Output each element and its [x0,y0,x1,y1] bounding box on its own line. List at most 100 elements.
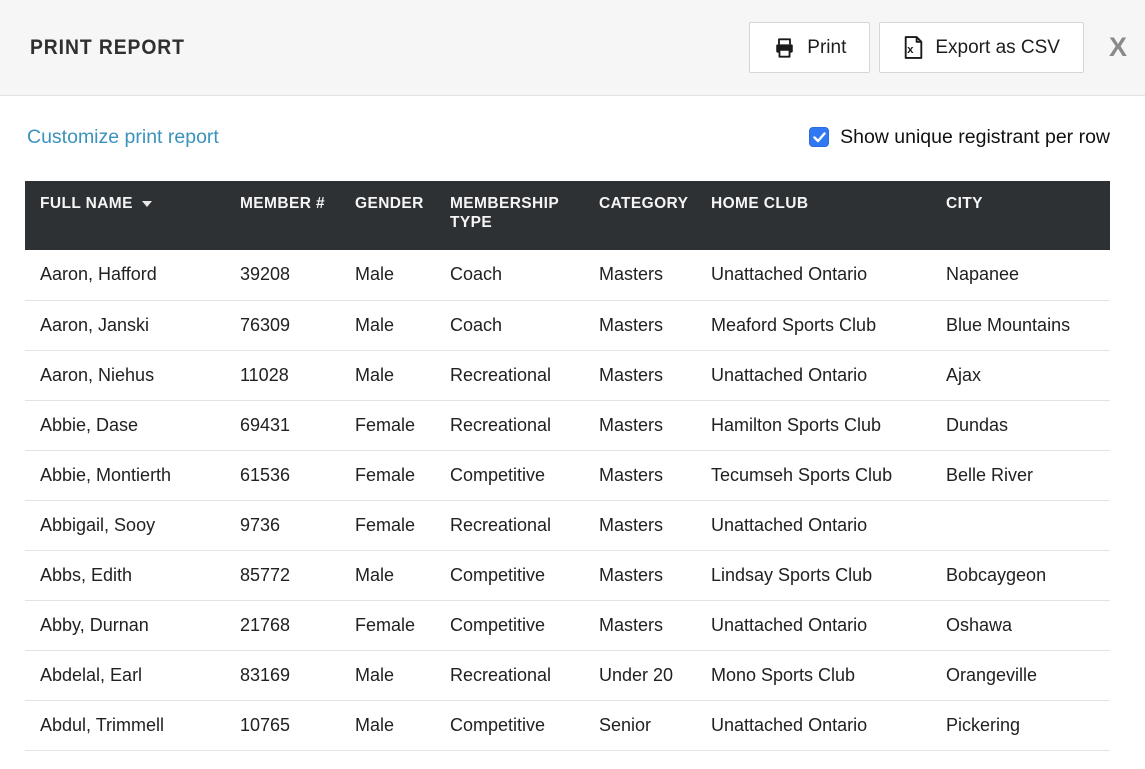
cell-home-club: Unattached Ontario [711,600,946,650]
cell-city: Dundas [946,400,1110,450]
column-header-membership-type[interactable]: MEMBERSHIP TYPE [450,181,599,250]
cell-gender: Male [355,550,450,600]
cell-full-name: Aaron, Niehus [25,350,240,400]
cell-gender: Male [355,350,450,400]
cell-gender: Female [355,500,450,550]
cell-home-club: Unattached Ontario [711,250,946,300]
cell-gender: Male [355,700,450,750]
cell-gender: Male [355,650,450,700]
cell-membership-type: Competitive [450,550,599,600]
cell-home-club: Unattached Ontario [711,700,946,750]
checkmark-icon [813,132,826,143]
customize-print-report-link[interactable]: Customize print report [27,126,219,149]
table-row: Aaron, Hafford 39208 Male Coach Masters … [25,250,1110,300]
export-csv-button-label: Export as CSV [935,37,1060,59]
cell-category: Under 20 [599,650,711,700]
csv-file-icon: x [903,35,924,60]
table-row: Abdelal, Earl 83169 Male Recreational Un… [25,650,1110,700]
print-button-label: Print [807,37,846,59]
cell-membership-type: Recreational [450,400,599,450]
cell-member-number: 10765 [240,700,355,750]
cell-home-club: Hamilton Sports Club [711,400,946,450]
cell-gender: Female [355,400,450,450]
cell-full-name: Abbigail, Sooy [25,500,240,550]
cell-city: Bobcaygeon [946,550,1110,600]
cell-membership-type: Recreational [450,650,599,700]
table-header-row: FULL NAME MEMBER # GENDER MEMBERSHIP TYP… [25,181,1110,250]
cell-home-club: Unattached Ontario [711,500,946,550]
cell-city [946,500,1110,550]
cell-category: Masters [599,300,711,350]
cell-full-name: Aaron, Hafford [25,250,240,300]
unique-registrant-checkbox-label: Show unique registrant per row [840,126,1110,149]
cell-member-number: 61536 [240,450,355,500]
cell-gender: Male [355,300,450,350]
table-row: Abby, Durnan 21768 Female Competitive Ma… [25,600,1110,650]
svg-text:x: x [908,44,915,56]
cell-home-club: Lindsay Sports Club [711,550,946,600]
cell-member-number: 85772 [240,550,355,600]
cell-home-club: Meaford Sports Club [711,300,946,350]
cell-full-name: Abdelal, Earl [25,650,240,700]
unique-registrant-checkbox-group[interactable]: Show unique registrant per row [809,126,1110,149]
cell-city: Napanee [946,250,1110,300]
cell-member-number: 21768 [240,600,355,650]
column-header-full-name[interactable]: FULL NAME [25,181,240,250]
column-header-city[interactable]: CITY [946,181,1110,250]
cell-membership-type: Competitive [450,700,599,750]
table-row: Abdul, Trimmell 10765 Male Competitive S… [25,700,1110,750]
column-header-gender[interactable]: GENDER [355,181,450,250]
cell-membership-type: Recreational [450,500,599,550]
cell-member-number: 76309 [240,300,355,350]
cell-category: Masters [599,550,711,600]
cell-full-name: Abbs, Edith [25,550,240,600]
modal-header: PRINT REPORT Print x Export as CSV [0,0,1145,96]
cell-member-number: 39208 [240,250,355,300]
controls-row: Customize print report Show unique regis… [27,122,1110,152]
cell-member-number: 83169 [240,650,355,700]
cell-category: Senior [599,700,711,750]
table-body: Aaron, Hafford 39208 Male Coach Masters … [25,250,1110,750]
page-title: PRINT REPORT [30,36,185,60]
table-row: Abbigail, Sooy 9736 Female Recreational … [25,500,1110,550]
cell-city: Belle River [946,450,1110,500]
cell-category: Masters [599,500,711,550]
printer-icon [773,37,796,59]
column-header-home-club[interactable]: HOME CLUB [711,181,946,250]
cell-city: Orangeville [946,650,1110,700]
column-header-member-number[interactable]: MEMBER # [240,181,355,250]
sort-caret-down-icon [142,201,152,207]
cell-member-number: 69431 [240,400,355,450]
unique-registrant-checkbox[interactable] [809,127,829,147]
cell-membership-type: Competitive [450,450,599,500]
cell-home-club: Tecumseh Sports Club [711,450,946,500]
cell-full-name: Abbie, Dase [25,400,240,450]
cell-city: Blue Mountains [946,300,1110,350]
cell-member-number: 11028 [240,350,355,400]
cell-member-number: 9736 [240,500,355,550]
cell-category: Masters [599,450,711,500]
table-header: FULL NAME MEMBER # GENDER MEMBERSHIP TYP… [25,181,1110,250]
cell-city: Pickering [946,700,1110,750]
cell-gender: Male [355,250,450,300]
cell-full-name: Aaron, Janski [25,300,240,350]
cell-category: Masters [599,400,711,450]
cell-category: Masters [599,250,711,300]
cell-gender: Female [355,450,450,500]
table-row: Abbie, Montierth 61536 Female Competitiv… [25,450,1110,500]
cell-full-name: Abdul, Trimmell [25,700,240,750]
table-row: Aaron, Niehus 11028 Male Recreational Ma… [25,350,1110,400]
cell-full-name: Abby, Durnan [25,600,240,650]
header-actions: Print x Export as CSV X [749,22,1131,73]
close-icon[interactable]: X [1105,34,1131,61]
cell-city: Ajax [946,350,1110,400]
export-csv-button[interactable]: x Export as CSV [879,22,1084,73]
cell-home-club: Unattached Ontario [711,350,946,400]
cell-category: Masters [599,350,711,400]
cell-full-name: Abbie, Montierth [25,450,240,500]
print-button[interactable]: Print [749,22,870,73]
report-table-container: FULL NAME MEMBER # GENDER MEMBERSHIP TYP… [25,181,1145,751]
column-header-category[interactable]: CATEGORY [599,181,711,250]
cell-category: Masters [599,600,711,650]
table-row: Abbie, Dase 69431 Female Recreational Ma… [25,400,1110,450]
